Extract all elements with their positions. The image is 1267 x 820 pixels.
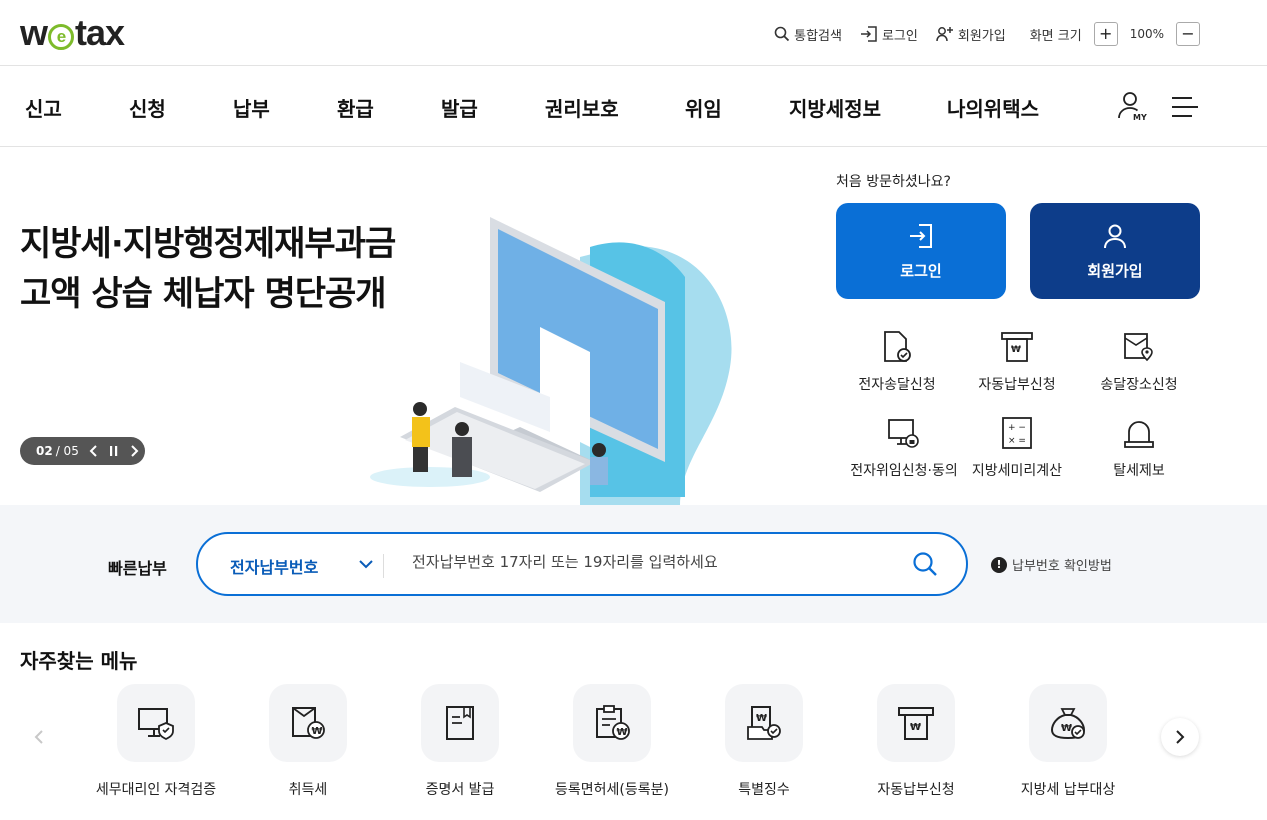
fast-payment-label: 빠른납부 [108, 559, 167, 578]
zoom-out-button[interactable]: − [1176, 22, 1200, 46]
chevron-down-icon[interactable] [358, 558, 374, 570]
freq-item-certificate-issue[interactable]: 증명서 발급 [385, 684, 535, 799]
slide-total: / 05 [55, 444, 79, 458]
nav-item-apply[interactable]: 신청 [129, 93, 166, 122]
freq-item-registration-license-tax[interactable]: ₩ 등록면허세(등록분) [537, 684, 687, 799]
svg-text:₩: ₩ [910, 722, 921, 733]
envelope-won-icon: ₩ [292, 707, 325, 739]
document-check-icon [884, 331, 911, 362]
join-button[interactable]: 회원가입 [1030, 203, 1200, 299]
svg-text:₩: ₩ [617, 727, 628, 738]
frequent-menu-title: 자주찾는 메뉴 [20, 649, 138, 673]
payment-number-type-select[interactable]: 전자납부번호 [230, 554, 318, 578]
payment-number-help-link[interactable]: ! 납부번호 확인방법 [991, 555, 1112, 574]
hero-illustration [370, 217, 732, 505]
quick-tax-calculator[interactable]: + − × = 지방세미리계산 [947, 416, 1087, 480]
envelope-location-icon [1124, 333, 1153, 362]
payment-number-input[interactable] [412, 553, 882, 571]
quick-tax-evasion-report[interactable]: 탈세제보 [1069, 416, 1209, 480]
freq-item-agent-verification[interactable]: 세무대리인 자격검증 [81, 684, 231, 799]
nav-item-rights[interactable]: 권리보호 [545, 93, 619, 122]
svg-text:₩: ₩ [312, 726, 323, 737]
my-page-button[interactable]: MY [1116, 90, 1150, 126]
top-bar: w e tax 통합검색 로그인 회원가입 화면 크기 + 100% − [0, 0, 1267, 66]
nav-item-delegation[interactable]: 위임 [685, 93, 722, 122]
login-icon [860, 26, 877, 42]
fast-payment-box: 전자납부번호 [196, 532, 968, 596]
hero-banner-title[interactable]: 지방세·지방행정제재부과금 고액 상습 체납자 명단공개 [20, 219, 396, 319]
font-size-label: 화면 크기 [1029, 28, 1082, 44]
pause-icon [109, 446, 118, 456]
utility-menu: 통합검색 로그인 회원가입 화면 크기 + 100% − [756, 22, 1200, 46]
chevron-left-icon [34, 730, 43, 744]
monitor-shield-icon [138, 708, 174, 741]
nav-item-refund[interactable]: 환급 [337, 93, 374, 122]
siren-icon [1124, 421, 1154, 448]
info-icon: ! [991, 556, 1007, 573]
svg-text:+ −: + − [1008, 423, 1026, 433]
chevron-right-icon [131, 445, 139, 457]
money-bag-check-icon: ₩ [1050, 708, 1086, 740]
fast-payment-section: 빠른납부 전자납부번호 ! 납부번호 확인방법 [0, 505, 1267, 623]
freq-item-local-tax-payable[interactable]: ₩ 지방세 납부대상 [993, 684, 1143, 799]
freq-item-auto-payment[interactable]: ₩ 자동납부신청 [841, 684, 991, 799]
quick-e-delivery[interactable]: 전자송달신청 [827, 330, 967, 394]
certificate-icon [446, 706, 474, 740]
hamburger-menu-icon [1172, 97, 1198, 117]
slide-current: 02 [36, 444, 53, 458]
login-icon [910, 223, 932, 248]
quick-delivery-address[interactable]: 송달장소신청 [1069, 330, 1209, 394]
hero-section: 지방세·지방행정제재부과금 고액 상습 체납자 명단공개 02 / 05 처음 … [0, 147, 1267, 505]
svg-text:× =: × = [1008, 436, 1026, 446]
nav-item-payment[interactable]: 납부 [233, 93, 270, 122]
user-icon [1104, 224, 1126, 248]
quick-auto-payment[interactable]: ₩ 자동납부신청 [947, 330, 1087, 394]
carousel-next-button[interactable] [1161, 718, 1199, 756]
chevron-right-icon [1176, 730, 1185, 744]
all-menu-button[interactable] [1172, 97, 1198, 121]
login-button[interactable]: 로그인 [836, 203, 1006, 299]
slide-controls: 02 / 05 [20, 437, 145, 465]
first-visit-text: 처음 방문하셨나요? [836, 174, 951, 190]
slide-pause-button[interactable] [109, 445, 119, 457]
wetax-logo[interactable]: w e tax [20, 12, 125, 54]
login-link[interactable]: 로그인 [860, 25, 918, 44]
clipboard-won-icon: ₩ [596, 705, 630, 740]
svg-text:₩: ₩ [1061, 723, 1072, 734]
slide-prev-button[interactable] [89, 445, 99, 457]
logo-e-mark: e [48, 24, 75, 50]
integrated-search-link[interactable]: 통합검색 [774, 25, 842, 44]
join-link[interactable]: 회원가입 [936, 25, 1006, 44]
svg-text:₩: ₩ [756, 713, 767, 724]
svg-text:₩: ₩ [1011, 345, 1021, 355]
monitor-lock-icon [888, 419, 919, 448]
svg-text:MY: MY [1133, 113, 1147, 122]
auto-payment-icon: ₩ [898, 707, 934, 740]
main-navigation: 신고 신청 납부 환급 발급 권리보호 위임 지방세정보 나의위택스 MY [0, 66, 1267, 147]
carousel-prev-button[interactable] [20, 718, 58, 756]
document-won-check-icon: ₩ [747, 706, 781, 740]
calculator-icon: + − × = [1002, 417, 1032, 449]
search-icon [774, 26, 790, 42]
slide-next-button[interactable] [129, 445, 139, 457]
nav-item-issue[interactable]: 발급 [441, 93, 478, 122]
zoom-in-button[interactable]: + [1093, 22, 1118, 46]
my-user-icon: MY [1118, 92, 1147, 122]
search-icon[interactable] [912, 551, 938, 577]
nav-item-my-wetax[interactable]: 나의위택스 [947, 93, 1039, 122]
chevron-left-icon [89, 445, 97, 457]
auto-payment-icon: ₩ [1001, 332, 1033, 362]
divider [383, 554, 384, 578]
zoom-level: 100% [1129, 27, 1164, 41]
nav-item-report[interactable]: 신고 [25, 93, 62, 122]
freq-item-special-collection[interactable]: ₩ 특별징수 [689, 684, 839, 799]
add-user-icon [936, 27, 953, 42]
freq-item-acquisition-tax[interactable]: ₩ 취득세 [233, 684, 383, 799]
nav-item-local-tax-info[interactable]: 지방세정보 [789, 93, 881, 122]
